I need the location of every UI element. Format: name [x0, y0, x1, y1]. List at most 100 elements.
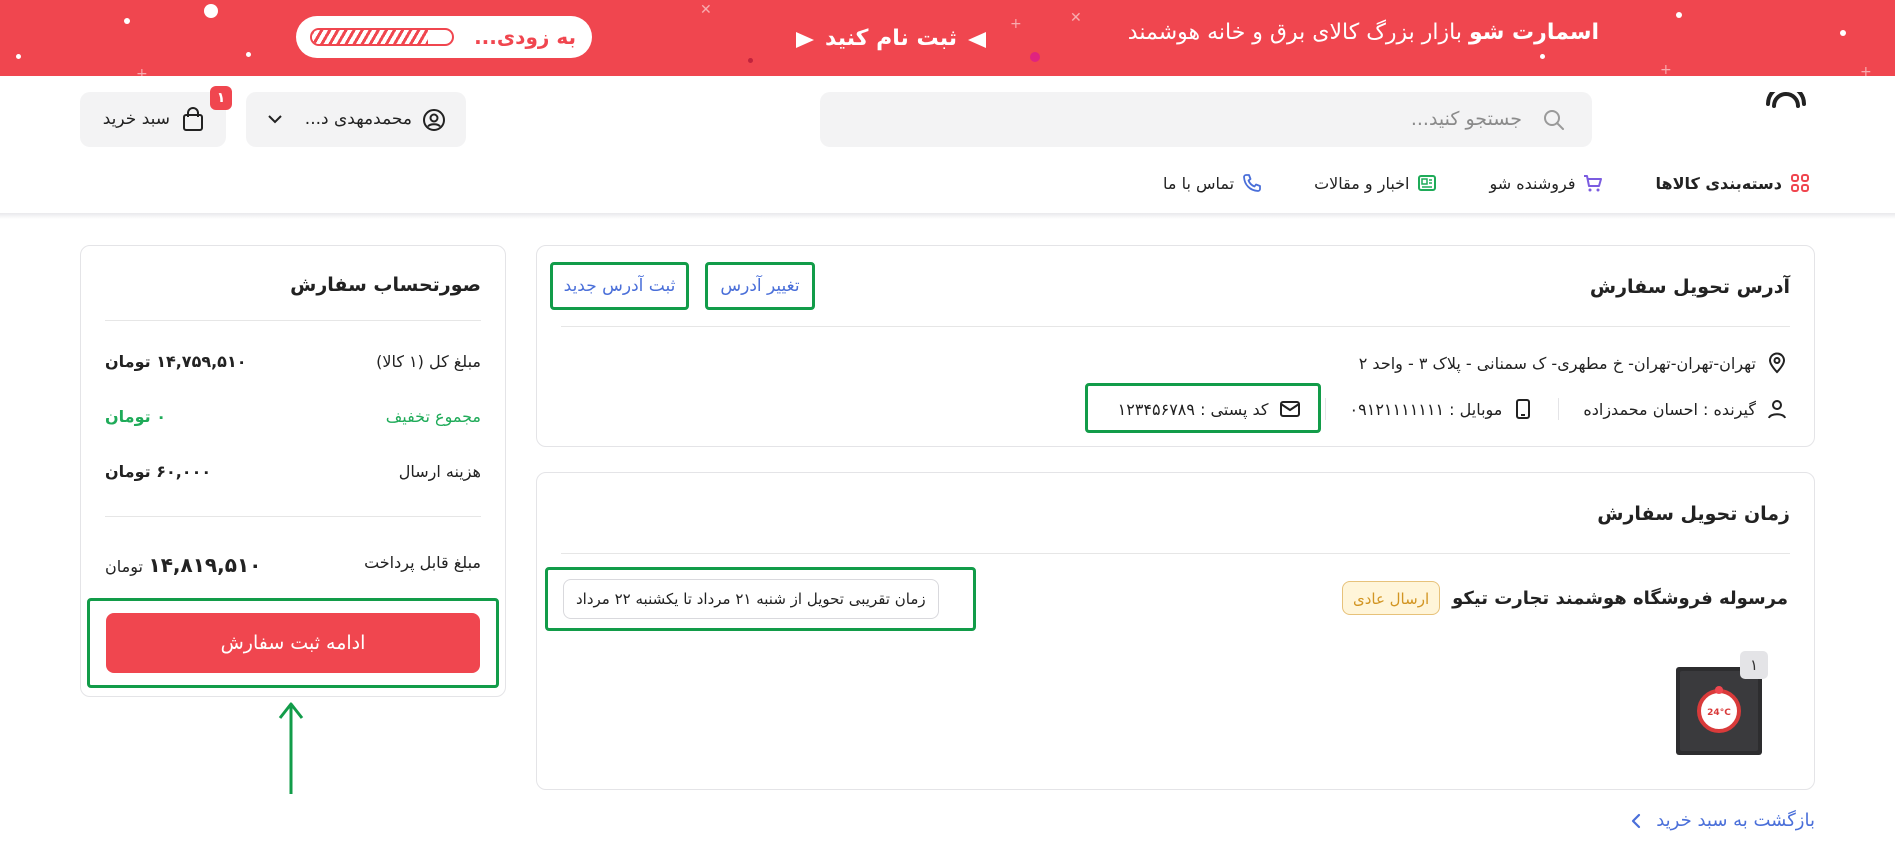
person-icon	[1768, 400, 1786, 419]
banner-dot	[16, 54, 21, 59]
promo-brand-bold: اسمارت شو	[1468, 20, 1599, 45]
shopping-bag-icon	[183, 107, 203, 131]
nav-item-label: تماس با ما	[1163, 173, 1235, 193]
nav-item-news[interactable]: اخبار و مقالات	[1314, 173, 1437, 193]
phone-icon	[1243, 174, 1261, 192]
nav-item-become-seller[interactable]: فروشنده شو	[1489, 173, 1603, 193]
shipment-row: مرسوله فروشگاه هوشمند تجارت تیکو ارسال ع…	[1341, 581, 1788, 615]
cart-count-badge: ۱	[210, 86, 232, 110]
banner-sparkle: ✕	[700, 2, 712, 18]
invoice-row-payable: مبلغ قابل پرداخت ۱۴,۸۱۹,۵۱۰ تومان	[105, 553, 481, 581]
search-icon[interactable]	[1542, 108, 1566, 132]
quantity-badge: ۱	[1740, 651, 1768, 679]
invoice-title: صورتحساب سفارش	[290, 274, 481, 296]
delivery-time-chip[interactable]: زمان تقریبی تحویل از شنبه ۲۱ مرداد تا یک…	[563, 579, 939, 619]
new-address-button[interactable]: ثبت آدرس جدید	[553, 265, 686, 307]
shipment-shop: مرسوله فروشگاه هوشمند تجارت تیکو	[1452, 587, 1788, 609]
address-title: آدرس تحویل سفارش	[1589, 276, 1790, 298]
product-thumbnail[interactable]: ۱ 24°C	[1674, 651, 1768, 758]
banner-sparkle: +	[1660, 62, 1672, 76]
recipient-name: گیرنده : احسان محمدزاده	[1583, 399, 1756, 419]
promo-register-link[interactable]: ثبت نام کنید	[796, 20, 986, 58]
invoice-value: ۶۰,۰۰۰ تومان	[105, 462, 212, 481]
banner-sparkle: +	[136, 66, 148, 76]
flag-icon	[796, 32, 814, 48]
cart-icon	[1584, 175, 1603, 192]
back-to-cart-label: بازگشت به سبد خرید	[1656, 810, 1815, 831]
mobile-info: موبایل : ۰۹۱۲۱۱۱۱۱۱۱	[1324, 398, 1559, 420]
delivery-address-card: آدرس تحویل سفارش تغییر آدرس ثبت آدرس جدی…	[536, 245, 1815, 447]
grid-icon	[1791, 174, 1809, 192]
banner-dot	[1030, 52, 1040, 62]
address-text: تهران-تهران-تهران- خ مطهری- ک سمنانی - پ…	[1358, 353, 1756, 373]
mobile-icon	[1516, 399, 1531, 419]
nav-item-categories[interactable]: دسته‌بندی کالاها	[1655, 173, 1810, 193]
nav-item-contact[interactable]: تماس با ما	[1163, 173, 1262, 193]
banner-dot	[1676, 12, 1682, 18]
main-nav: دسته‌بندی کالاها فروشنده شو اخبار و مقال…	[1163, 168, 1810, 198]
invoice-row-shipping: هزینه ارسال ۶۰,۰۰۰ تومان	[105, 462, 481, 490]
promo-register-label: ثبت نام کنید	[825, 26, 957, 51]
banner-sparkle: +	[1010, 16, 1022, 32]
banner-dot	[246, 52, 251, 57]
invoice-label: هزینه ارسال	[398, 462, 481, 481]
invoice-label: مجموع تخفیف	[385, 407, 481, 426]
divider	[561, 326, 1790, 327]
wifi-arc	[1772, 92, 1800, 108]
logo-wordmark: smartsho	[1422, 84, 1806, 142]
user-name: محمدمهدی د...	[304, 109, 412, 129]
mobile-number: موبایل : ۰۹۱۲۱۱۱۱۱۱۱	[1349, 399, 1503, 419]
continue-order-button[interactable]: ادامه ثبت سفارش	[106, 613, 480, 673]
promo-brand-text: بازار بزرگ کالای برق و خانه هوشمند	[1127, 20, 1462, 45]
delivery-time-card: زمان تحویل سفارش مرسوله فروشگاه هوشمند ت…	[536, 472, 1815, 790]
nav-item-label: اخبار و مقالات	[1314, 173, 1410, 193]
search-box[interactable]: جستجو کنید...	[820, 92, 1592, 147]
annotation-arrow	[278, 702, 304, 794]
banner-dot	[124, 18, 130, 24]
location-pin-icon	[1768, 352, 1786, 374]
payable-label: مبلغ قابل پرداخت	[364, 553, 481, 572]
banner-sparkle: +	[1860, 64, 1872, 76]
banner-dot	[204, 4, 218, 18]
delivery-title: زمان تحویل سفارش	[1597, 503, 1790, 525]
news-icon	[1418, 175, 1437, 191]
header-divider	[0, 213, 1895, 219]
chevron-down-icon	[268, 115, 282, 124]
divider	[561, 553, 1790, 554]
address-line: تهران-تهران-تهران- خ مطهری- ک سمنانی - پ…	[1359, 352, 1788, 374]
cart-button[interactable]: ۱ سبد خرید	[80, 86, 232, 147]
payable-value: ۱۴,۸۱۹,۵۱۰ تومان	[105, 553, 261, 577]
payable-currency: تومان	[105, 557, 143, 576]
invoice-label: مبلغ کل (۱ کالا)	[376, 352, 481, 371]
user-menu-button[interactable]: محمدمهدی د...	[246, 92, 466, 147]
order-invoice-card: صورتحساب سفارش مبلغ کل (۱ کالا) ۱۴,۷۵۹,۵…	[80, 245, 506, 697]
invoice-row-total: مبلغ کل (۱ کالا) ۱۴,۷۵۹,۵۱۰ تومان	[105, 352, 481, 380]
chevron-left-icon	[1632, 813, 1641, 828]
search-input[interactable]: جستجو کنید...	[1411, 92, 1522, 147]
invoice-value: ۱۴,۷۵۹,۵۱۰ تومان	[105, 352, 247, 371]
promo-banner: ✕ ✕ + + + + اسمارت شو بازار بزرگ کالای ب…	[0, 0, 1895, 76]
coming-soon-pill: به زودی...	[296, 16, 592, 58]
change-address-button[interactable]: تغییر آدرس	[708, 265, 812, 307]
cart-label: سبد خرید	[102, 109, 170, 129]
banner-dot	[1540, 54, 1545, 59]
banner-sparkle: ✕	[1070, 10, 1082, 26]
shipping-type-badge: ارسال عادی	[1341, 581, 1441, 615]
divider	[105, 320, 481, 321]
back-to-cart-link[interactable]: بازگشت به سبد خرید	[1628, 810, 1815, 831]
user-icon	[423, 109, 445, 131]
annotation-box	[1085, 383, 1321, 433]
flag-icon	[968, 32, 986, 48]
recipient-info: گیرنده : احسان محمدزاده	[1558, 398, 1788, 420]
payable-amount: ۱۴,۸۱۹,۵۱۰	[148, 553, 262, 577]
nav-item-label: فروشنده شو	[1489, 173, 1576, 193]
divider	[105, 516, 481, 517]
progress-fill	[312, 30, 429, 44]
banner-dot	[748, 58, 753, 63]
smartsho-logo[interactable]: smartsho	[1422, 84, 1815, 142]
invoice-value: ۰ تومان	[105, 407, 166, 426]
thermostat-display: 24°C	[1707, 708, 1731, 718]
promo-brand: اسمارت شو بازار بزرگ کالای برق و خانه هو…	[1128, 20, 1599, 45]
coming-soon-label: به زودی...	[474, 25, 576, 49]
progress-bar	[310, 28, 454, 46]
